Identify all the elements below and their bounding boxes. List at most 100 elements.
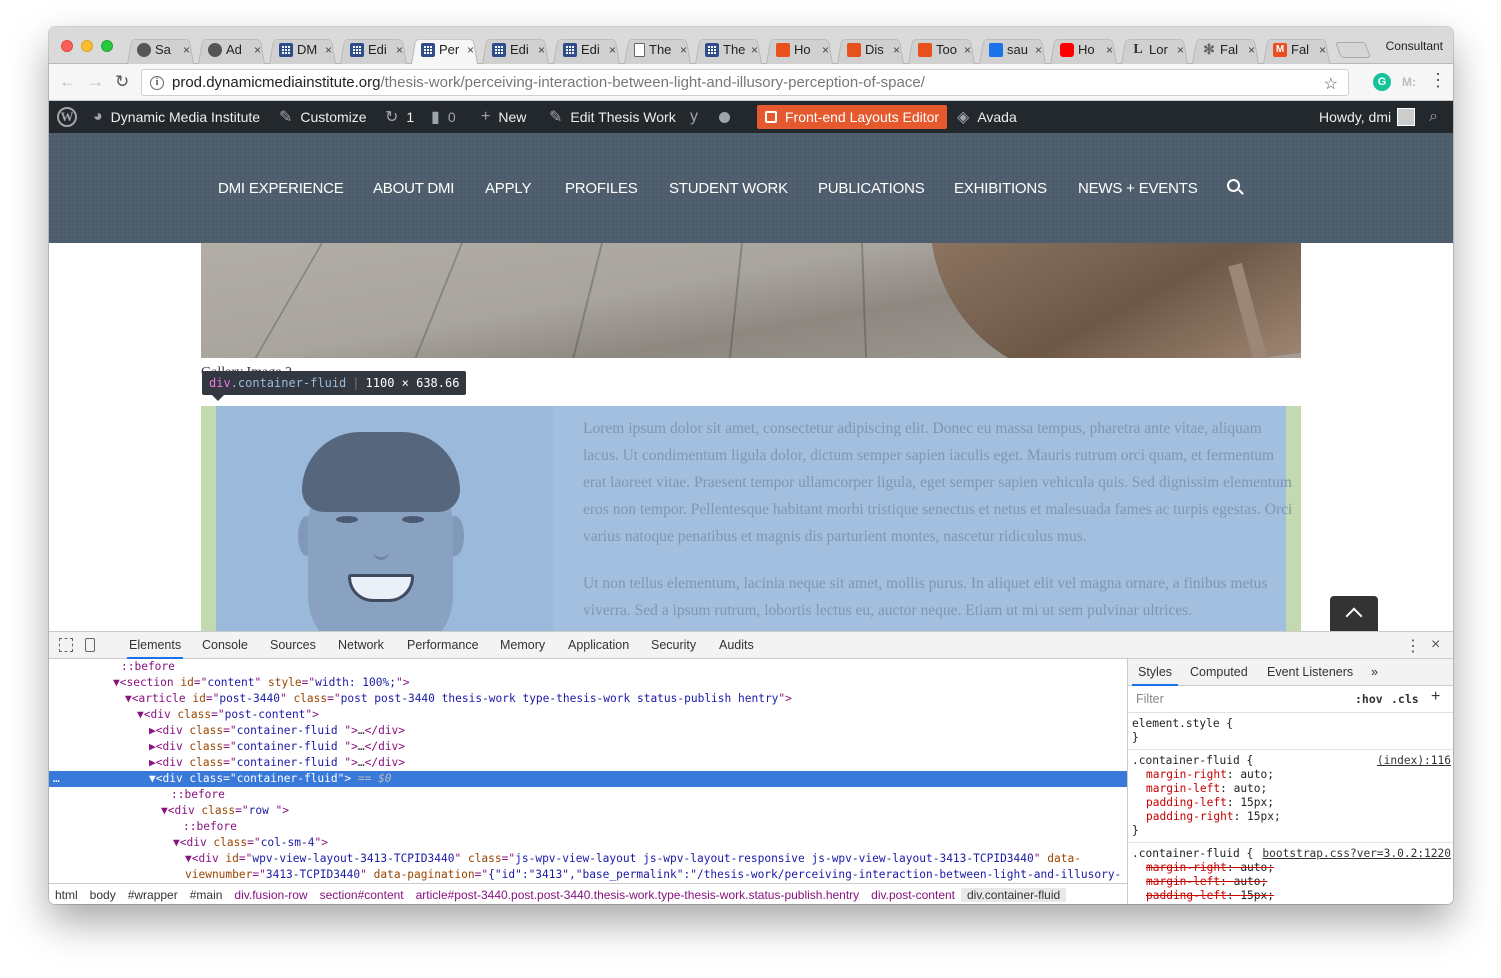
avada-link[interactable]: ◈ Avada [957, 101, 1017, 133]
breadcrumb-item[interactable]: article#post-3440.post.post-3440.thesis-… [410, 888, 866, 902]
tab-close-icon[interactable]: × [1106, 43, 1113, 57]
devtools-tab-console[interactable]: Console [202, 638, 248, 652]
devtools-tab-memory[interactable]: Memory [500, 638, 545, 652]
browser-tab[interactable]: The × [693, 35, 764, 64]
admin-search-icon[interactable]: ⌕ [1429, 101, 1438, 133]
browser-tab[interactable]: Ad × [196, 35, 267, 64]
devtools-tab-network[interactable]: Network [338, 638, 384, 652]
breadcrumb-item[interactable]: div.post-content [865, 888, 961, 902]
profile-name[interactable]: Consultant [1386, 39, 1443, 53]
nav-profiles[interactable]: PROFILES [565, 180, 638, 197]
more-tabs-icon[interactable]: » [1371, 665, 1378, 679]
tab-close-icon[interactable]: × [1177, 43, 1184, 57]
dom-node[interactable]: ::before [49, 659, 1127, 675]
browser-tab[interactable]: Per × [409, 35, 480, 64]
zoom-window-button[interactable] [101, 40, 113, 52]
breadcrumb-item[interactable]: #wrapper [122, 888, 184, 902]
nav-news-events[interactable]: NEWS + EVENTS [1078, 180, 1198, 197]
dom-node[interactable]: ▼<article id="post-3440" class="post pos… [49, 691, 1127, 707]
dom-node[interactable]: ▶<div class="container-fluid ">…</div> [49, 739, 1127, 755]
tab-close-icon[interactable]: × [396, 43, 403, 57]
tab-close-icon[interactable]: × [680, 43, 687, 57]
yoast-icon[interactable]: y [690, 101, 698, 133]
scroll-to-top-button[interactable] [1330, 596, 1378, 631]
dom-node[interactable]: ▼<div class="col-sm-4"> [49, 835, 1127, 851]
devtools-tab-elements[interactable]: Elements [126, 638, 184, 659]
grammarly-extension-icon[interactable]: G [1373, 73, 1391, 91]
tab-event-listeners[interactable]: Event Listeners [1267, 665, 1353, 679]
bootstrap-container-fluid-rule[interactable]: .container-fluid { bootstrap.css?ver=3.0… [1128, 843, 1453, 904]
devtools-tab-application[interactable]: Application [568, 638, 629, 652]
tab-computed[interactable]: Computed [1190, 665, 1248, 679]
browser-tab[interactable]: Ho × [1048, 35, 1119, 64]
browser-tab[interactable]: M Fal × [1261, 35, 1332, 64]
tab-close-icon[interactable]: × [325, 43, 332, 57]
browser-tab[interactable]: Too × [906, 35, 977, 64]
back-arrow-icon[interactable]: ← [59, 72, 76, 92]
address-bar[interactable]: i prod.dynamicmediainstitute.org/thesis-… [141, 69, 1349, 96]
extension-icon[interactable]: M: [1400, 73, 1418, 91]
chrome-menu-icon[interactable]: ⋮ [1429, 70, 1447, 91]
customize-link[interactable]: ✎ Customize [279, 101, 367, 133]
nav-dmi-experience[interactable]: DMI EXPERIENCE [218, 180, 344, 197]
css-property[interactable]: margin-left: auto; [1132, 782, 1449, 796]
hov-toggle[interactable]: :hov [1355, 692, 1383, 706]
dom-node[interactable]: ::before [49, 819, 1127, 835]
new-content-link[interactable]: + New [481, 101, 526, 133]
dom-node[interactable]: ▼<div class="row "> [49, 803, 1127, 819]
breadcrumb-item[interactable]: div.container-fluid [961, 887, 1067, 902]
styles-filter-input[interactable]: Filter [1136, 692, 1164, 706]
dom-tree[interactable]: ::before ▼<section id="content" style="wi… [49, 659, 1127, 883]
wordpress-logo-icon[interactable]: W [57, 101, 77, 133]
tab-close-icon[interactable]: × [1035, 43, 1042, 57]
tab-close-icon[interactable]: × [964, 43, 971, 57]
tab-close-icon[interactable]: × [1248, 43, 1255, 57]
search-icon[interactable] [1227, 179, 1240, 192]
frontend-layouts-editor-button[interactable]: Front-end Layouts Editor [757, 105, 948, 129]
browser-tab[interactable]: Edi × [338, 35, 409, 64]
devtools-tab-security[interactable]: Security [651, 638, 696, 652]
browser-tab[interactable]: Dis × [835, 35, 906, 64]
nav-about-dmi[interactable]: ABOUT DMI [373, 180, 454, 197]
cls-toggle[interactable]: .cls [1391, 692, 1419, 706]
rule-source-link[interactable]: (index):116 [1377, 754, 1451, 768]
browser-tab[interactable]: DM × [267, 35, 338, 64]
tab-close-icon[interactable]: × [538, 43, 545, 57]
tab-styles[interactable]: Styles [1131, 665, 1179, 686]
browser-tab[interactable]: Sa × [125, 35, 196, 64]
dom-node[interactable]: ::before [49, 787, 1127, 803]
tab-close-icon[interactable]: × [609, 43, 616, 57]
breadcrumb-item[interactable]: html [49, 888, 84, 902]
forward-arrow-icon[interactable]: → [87, 72, 104, 92]
tab-close-icon[interactable]: × [822, 43, 829, 57]
element-style-rule[interactable]: element.style { } [1128, 713, 1453, 750]
devtools-tab-audits[interactable]: Audits [719, 638, 754, 652]
dom-node-selected[interactable]: … ▼<div class="container-fluid"> == $0 [49, 771, 1127, 787]
account-menu[interactable]: Howdy, dmi [1319, 101, 1416, 133]
tab-close-icon[interactable]: × [893, 43, 900, 57]
devtools-menu-icon[interactable]: ⋮ [1405, 636, 1421, 656]
tab-close-icon[interactable]: × [1319, 43, 1326, 57]
breadcrumb-item[interactable]: section#content [314, 888, 410, 902]
browser-tab[interactable]: sau × [977, 35, 1048, 64]
devtools-tab-sources[interactable]: Sources [270, 638, 316, 652]
comments-link[interactable]: ▮ 0 [431, 101, 456, 133]
css-property[interactable]: padding-right: 15px; [1132, 903, 1449, 904]
css-property[interactable]: padding-left: 15px; [1132, 889, 1449, 903]
browser-tab[interactable]: The × [622, 35, 693, 64]
browser-tab[interactable]: Edi × [480, 35, 551, 64]
dom-node[interactable]: ▼<div id="wpv-view-layout-3413-TCPID3440… [49, 851, 1127, 867]
tab-close-icon[interactable]: × [467, 43, 474, 57]
browser-tab[interactable]: Ho × [764, 35, 835, 64]
nav-student-work[interactable]: STUDENT WORK [669, 180, 788, 197]
breadcrumb-item[interactable]: div.fusion-row [228, 888, 313, 902]
rule-source-link[interactable]: bootstrap.css?ver=3.0.2:1220 [1262, 847, 1451, 861]
css-property[interactable]: padding-left: 15px; [1132, 796, 1449, 810]
dom-node[interactable]: ▶<div class="container-fluid ">…</div> [49, 723, 1127, 739]
minimize-window-button[interactable] [81, 40, 93, 52]
browser-tab[interactable]: L Lor × [1119, 35, 1190, 64]
url-text[interactable]: prod.dynamicmediainstitute.org/thesis-wo… [172, 74, 925, 91]
updates-link[interactable]: ↻ 1 [385, 101, 414, 133]
dom-node[interactable]: viewnumber="3413-TCPID3440" data-paginat… [49, 867, 1127, 883]
breadcrumb-item[interactable]: body [84, 888, 122, 902]
